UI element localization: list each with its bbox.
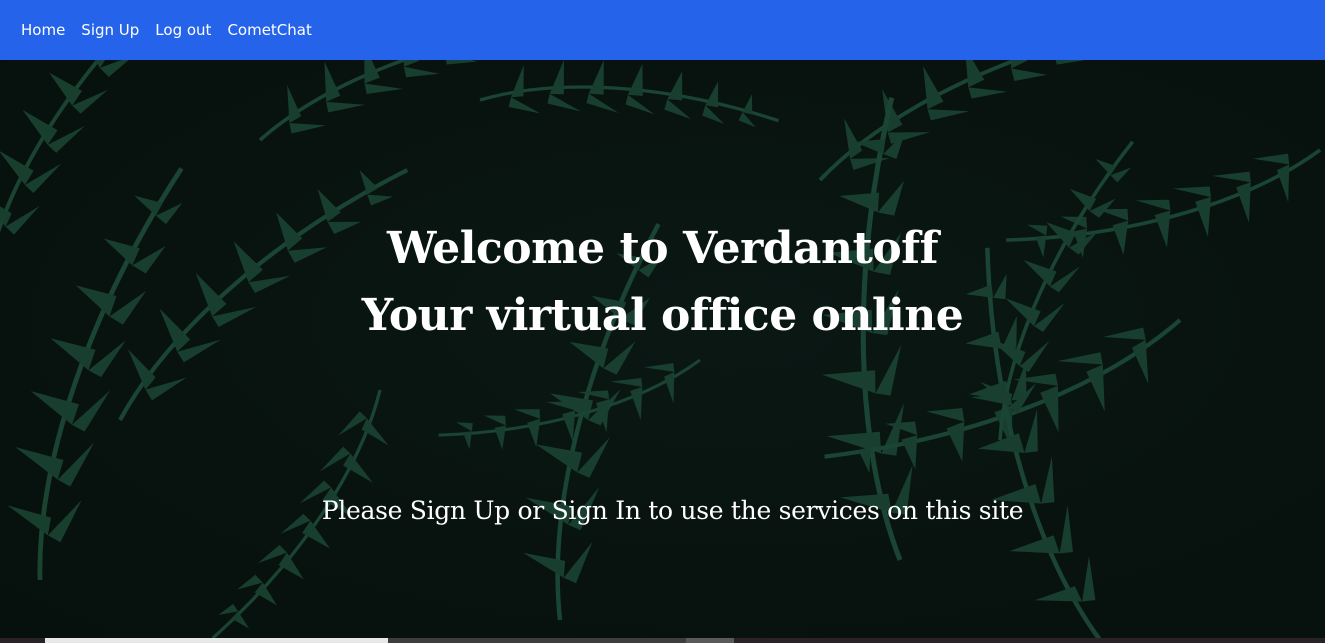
hero-subtitle: Please Sign Up or Sign In to use the ser… — [321, 496, 1024, 525]
nav-link-log-out[interactable]: Log out — [155, 21, 211, 39]
fern-background-image — [0, 60, 1325, 643]
bottom-strip-segment — [45, 638, 388, 643]
hero-title-line-1: Welcome to Verdantoff — [386, 223, 939, 274]
hero-title-line-2: Your virtual office online — [361, 290, 964, 341]
bottom-strip-segment — [686, 638, 734, 643]
hero-section: Welcome to Verdantoff Your virtual offic… — [0, 60, 1325, 643]
nav-link-cometchat[interactable]: CometChat — [227, 21, 311, 39]
nav-link-sign-up[interactable]: Sign Up — [81, 21, 139, 39]
nav-link-home[interactable]: Home — [21, 21, 65, 39]
hero-title: Welcome to Verdantoff Your virtual offic… — [0, 215, 1325, 349]
bottom-strip-segment — [388, 638, 686, 643]
top-navbar: Home Sign Up Log out CometChat — [0, 0, 1325, 60]
bottom-strip — [0, 638, 1325, 643]
